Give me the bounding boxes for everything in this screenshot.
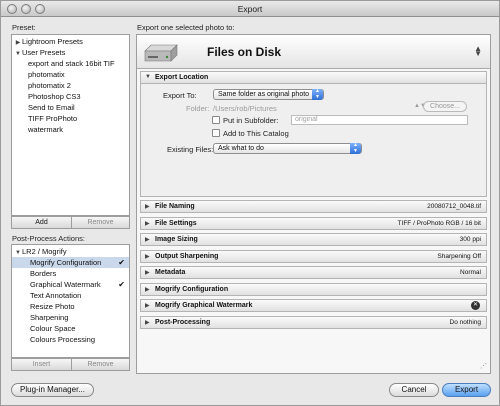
destination-stepper-icon[interactable]: ▲ ▼ bbox=[474, 45, 482, 58]
choose-folder-button[interactable]: Choose... bbox=[423, 101, 467, 112]
preset-item[interactable]: watermark bbox=[12, 124, 129, 135]
disclosure-open-icon: ▼ bbox=[145, 74, 151, 80]
remove-section-icon[interactable]: ✕ bbox=[471, 301, 480, 310]
add-catalog-label: Add to This Catalog bbox=[223, 129, 289, 138]
preset-item[interactable]: export and stack 16bit TIF bbox=[12, 58, 129, 69]
section-metadata[interactable]: ▶ Metadata Normal bbox=[140, 266, 487, 279]
preset-folder[interactable]: ▶ Lightroom Presets bbox=[12, 36, 129, 47]
plugin-manager-button[interactable]: Plug-in Manager... bbox=[11, 383, 94, 397]
section-summary: 300 ppi bbox=[459, 236, 481, 243]
post-process-action[interactable]: Borders bbox=[12, 268, 129, 279]
popup-arrows-icon: ▲ ▼ bbox=[350, 142, 361, 154]
preset-list[interactable]: ▶ Lightroom Presets ▼User Presets export an… bbox=[11, 34, 130, 216]
post-process-action[interactable]: Resize Photo bbox=[12, 301, 129, 312]
section-summary: Sharpening Off bbox=[437, 252, 481, 260]
preset-folder[interactable]: ▼User Presets bbox=[12, 47, 129, 58]
existing-files-label: Existing Files: bbox=[167, 145, 214, 154]
export-settings-panel: Files on Disk ▲ ▼ ▼ Export Location Expor… bbox=[136, 34, 491, 374]
disclosure-closed-icon: ▶ bbox=[145, 286, 150, 293]
section-title: Mogrify Graphical Watermark bbox=[155, 302, 253, 309]
section-summary: Normal bbox=[460, 269, 481, 276]
section-summary: TIFF / ProPhoto RGB / 16 bit bbox=[397, 219, 481, 227]
subfolder-label: Put in Subfolder: bbox=[223, 116, 279, 125]
section-file-settings[interactable]: ▶ File Settings TIFF / ProPhoto RGB / 16 b… bbox=[140, 216, 487, 230]
export-to-select[interactable]: Same folder as original photo ▲ ▼ bbox=[213, 88, 324, 100]
post-process-button-bar: Insert Remove bbox=[11, 358, 130, 371]
remove-preset-button[interactable]: Remove bbox=[72, 217, 129, 228]
checkmark-icon: ✔ bbox=[118, 258, 125, 267]
disclosure-closed-icon: ▶ bbox=[145, 253, 150, 260]
preset-item[interactable]: Photoshop CS3 bbox=[12, 91, 129, 102]
folder-label: Folder: bbox=[186, 104, 210, 113]
disclosure-closed-icon: ▶ bbox=[145, 319, 150, 326]
cancel-button[interactable]: Cancel bbox=[389, 383, 439, 397]
destination-title: Files on Disk bbox=[207, 45, 282, 59]
post-process-action[interactable]: Graphical Watermark ✔ bbox=[12, 279, 129, 290]
section-file-naming[interactable]: ▶ File Naming 20080712_0048.tif bbox=[140, 200, 487, 213]
export-header: Export one selected photo to: bbox=[137, 23, 235, 32]
disclosure-closed-icon: ▶ bbox=[145, 303, 150, 309]
section-title: Metadata bbox=[155, 269, 186, 276]
section-title: Mogrify Configuration bbox=[155, 285, 229, 293]
post-process-action[interactable]: Colours Processing bbox=[12, 334, 129, 345]
subfolder-checkbox[interactable] bbox=[212, 116, 220, 124]
section-mogrify-graphical-watermark[interactable]: ▶ Mogrify Graphical Watermark ✕ bbox=[140, 299, 487, 312]
section-mogrify-configuration[interactable]: ▶ Mogrify Configuration bbox=[140, 282, 487, 296]
section-title: Image Sizing bbox=[155, 236, 198, 243]
window-title: Export bbox=[237, 4, 263, 14]
subfolder-input[interactable]: original bbox=[291, 115, 468, 125]
checkmark-icon: ✔ bbox=[118, 280, 125, 289]
hard-disk-icon bbox=[144, 44, 178, 62]
preset-item[interactable]: TIFF ProPhoto bbox=[12, 113, 129, 124]
post-process-action[interactable]: Mogrify Configuration ✔ bbox=[12, 257, 129, 268]
popup-arrows-icon: ▲ ▼ bbox=[312, 88, 323, 100]
preset-label: Preset: bbox=[12, 23, 36, 32]
preset-button-bar: Add Remove bbox=[11, 216, 130, 229]
post-process-action[interactable]: Colour Space bbox=[12, 323, 129, 334]
post-process-label: Post-Process Actions: bbox=[12, 234, 85, 243]
disclosure-closed-icon: ▶ bbox=[145, 220, 150, 227]
post-process-list[interactable]: ▼LR2 / Mogrify Mogrify Configuration ✔ Bord… bbox=[11, 244, 130, 358]
section-title: File Naming bbox=[155, 203, 195, 210]
remove-action-button[interactable]: Remove bbox=[72, 359, 129, 370]
post-process-action[interactable]: Text Annotation bbox=[12, 290, 129, 301]
preset-item[interactable]: photomatix 2 bbox=[12, 80, 129, 91]
section-title: Post-Processing bbox=[155, 318, 211, 326]
disclosure-closed-icon: ▶ bbox=[145, 237, 150, 243]
export-location-header[interactable]: ▼ Export Location bbox=[140, 71, 487, 84]
section-title: Output Sharpening bbox=[155, 252, 219, 260]
existing-files-select[interactable]: Ask what to do ▲ ▼ bbox=[213, 142, 362, 154]
export-location-body: Export To: Same folder as original photo… bbox=[140, 84, 487, 197]
preset-item[interactable]: photomatix bbox=[12, 69, 129, 80]
add-catalog-checkbox[interactable] bbox=[212, 129, 220, 137]
add-preset-button[interactable]: Add bbox=[12, 217, 71, 228]
export-dialog: Export Preset: ▶ Lightroom Presets ▼User P… bbox=[0, 0, 500, 406]
export-to-label: Export To: bbox=[163, 91, 197, 100]
destination-banner[interactable]: Files on Disk ▲ ▼ bbox=[137, 35, 490, 69]
section-title: File Settings bbox=[155, 219, 197, 227]
section-image-sizing[interactable]: ▶ Image Sizing 300 ppi bbox=[140, 233, 487, 246]
section-output-sharpening[interactable]: ▶ Output Sharpening Sharpening Off bbox=[140, 249, 487, 263]
folder-path: /Users/rob/Pictures bbox=[213, 104, 277, 113]
section-summary: 20080712_0048.tif bbox=[427, 203, 481, 210]
export-button[interactable]: Export bbox=[442, 383, 491, 397]
insert-action-button[interactable]: Insert bbox=[12, 359, 71, 370]
resize-grip-icon[interactable]: ⋰ bbox=[480, 362, 487, 370]
section-post-processing[interactable]: ▶ Post-Processing Do nothing bbox=[140, 315, 487, 329]
section-title: Export Location bbox=[155, 74, 209, 81]
post-process-action[interactable]: Sharpening bbox=[12, 312, 129, 323]
preset-item[interactable]: Send to Email bbox=[12, 102, 129, 113]
post-process-root[interactable]: ▼LR2 / Mogrify bbox=[12, 246, 129, 257]
section-summary: Do nothing bbox=[449, 318, 481, 326]
disclosure-closed-icon: ▶ bbox=[145, 204, 150, 210]
disclosure-closed-icon: ▶ bbox=[145, 270, 150, 276]
title-bar: Export bbox=[1, 1, 499, 17]
